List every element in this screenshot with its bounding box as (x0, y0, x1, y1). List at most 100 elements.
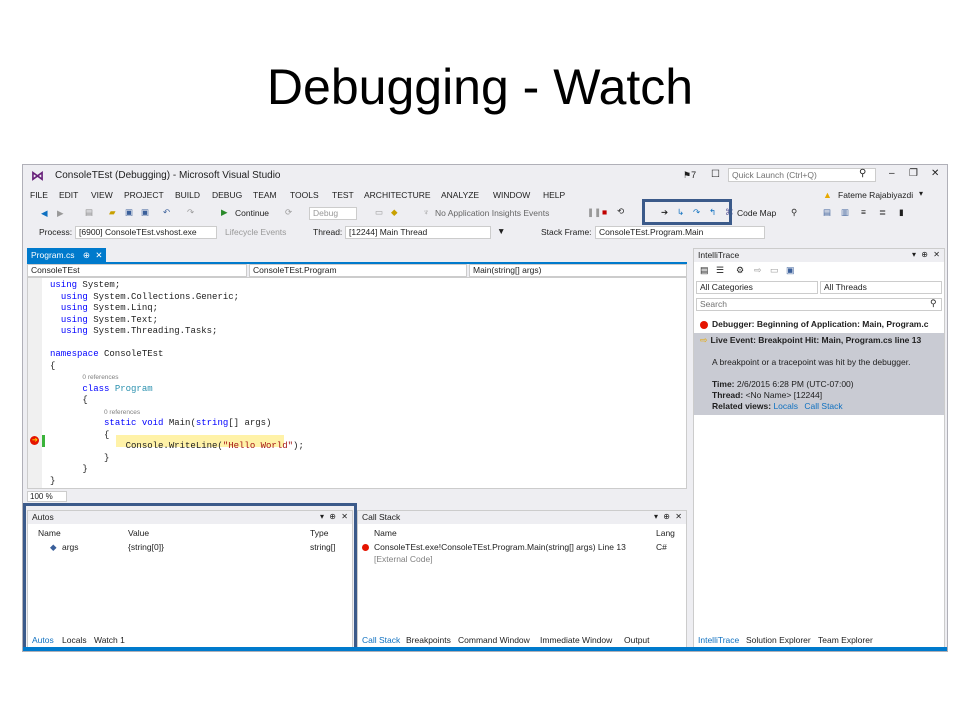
list-item[interactable]: ⇨ Live Event: Breakpoint Hit: Main, Progr… (700, 335, 921, 346)
menu-analyze[interactable]: ANALYZE (441, 190, 479, 200)
open-file-icon[interactable]: ▰ (109, 207, 116, 218)
related-label: Related views: (712, 401, 772, 411)
call-stack-pin-icon[interactable]: ⊕ (663, 512, 670, 521)
menu-view[interactable]: VIEW (91, 190, 113, 200)
intellitrace-search-input[interactable]: Search (696, 298, 942, 311)
intellitrace-pin-icon[interactable]: ⊕ (921, 250, 928, 259)
code-text: using System; using System.Collections.G… (50, 280, 304, 486)
quick-launch-input[interactable]: Quick Launch (Ctrl+Q) (728, 168, 876, 182)
events-view-icon[interactable]: ▤ (700, 265, 709, 276)
notification-flag-icon[interactable]: ⚑7 (683, 170, 696, 181)
comment-icon[interactable]: ≡ (861, 207, 866, 217)
process-dropdown[interactable]: [6900] ConsoleTEst.vshost.exe (75, 226, 217, 239)
menu-help[interactable]: HELP (543, 190, 565, 200)
open-icon[interactable]: ▭ (770, 265, 779, 276)
stack-frame-label: Stack Frame: (541, 227, 592, 237)
pin-icon[interactable]: ⊕ (83, 250, 90, 260)
menu-architecture[interactable]: ARCHITECTURE (364, 190, 431, 200)
save-icon[interactable]: ▣ (125, 207, 133, 218)
forward-icon[interactable]: ▶ (57, 208, 64, 219)
solution-icon[interactable]: ◆ (391, 207, 398, 218)
undo-icon[interactable]: ↶ (163, 207, 170, 218)
save-icon[interactable]: ▣ (786, 265, 795, 276)
tab-solution-explorer[interactable]: Solution Explorer (746, 635, 811, 645)
uncomment-icon[interactable]: ≣ (879, 207, 886, 218)
user-chevron-down-icon[interactable]: ▾ (919, 189, 923, 198)
stack-frame-dropdown[interactable]: ConsoleTEst.Program.Main (595, 226, 765, 239)
thread-dropdown[interactable]: [12244] Main Thread (345, 226, 491, 239)
configuration-dropdown[interactable]: Debug (309, 207, 357, 220)
list-item[interactable]: Debugger: Beginning of Application: Main… (700, 319, 928, 329)
menu-file[interactable]: FILE (30, 190, 48, 200)
menu-build[interactable]: BUILD (175, 190, 200, 200)
code-editor[interactable]: ➔ using System; using System.Collections… (27, 277, 687, 489)
insights-events-dropdown[interactable]: No Application Insights Events (435, 208, 549, 218)
menu-team[interactable]: TEAM (253, 190, 277, 200)
new-project-icon[interactable]: ▤ (85, 207, 93, 218)
forward-icon[interactable]: ⇨ (754, 265, 762, 276)
member-nav-dropdown[interactable]: Main(string[] args) (469, 264, 687, 277)
event-time-row: Time: 2/6/2015 6:28 PM (UTC-07:00) (712, 379, 854, 389)
settings-gear-icon[interactable]: ⚙ (736, 265, 744, 276)
call-stack-col-lang[interactable]: Lang (656, 528, 675, 538)
intellitrace-dropdown-icon[interactable]: ▾ (912, 250, 916, 259)
menu-project[interactable]: PROJECT (124, 190, 164, 200)
project-nav-dropdown[interactable]: ConsoleTEst (27, 264, 247, 277)
redo-icon[interactable]: ↷ (187, 207, 194, 218)
lifecycle-events-dropdown[interactable]: Lifecycle Events (225, 227, 286, 237)
bookmark-icon[interactable]: ▮ (899, 207, 904, 218)
categories-dropdown[interactable]: All Categories (696, 281, 818, 294)
threads-dropdown[interactable]: All Threads (820, 281, 942, 294)
user-name[interactable]: Fateme Rajabiyazdi (838, 190, 913, 200)
feedback-icon[interactable]: ☐ (711, 169, 720, 180)
table-row[interactable]: ConsoleTEst.exe!ConsoleTEst.Program.Main… (358, 541, 686, 553)
zoom-level-dropdown[interactable]: 100 % (27, 491, 67, 502)
close-button[interactable]: ✕ (931, 168, 939, 179)
attach-icon[interactable]: ⟳ (285, 207, 292, 218)
toolbar-icon-a[interactable]: ⚲ (791, 207, 797, 218)
class-nav-dropdown[interactable]: ConsoleTEst.Program (249, 264, 467, 277)
continue-icon[interactable]: ▶ (221, 207, 228, 218)
break-all-icon[interactable]: ❚❚ (587, 207, 601, 218)
restart-icon[interactable]: ⟲ (617, 206, 624, 217)
tab-breakpoints[interactable]: Breakpoints (406, 635, 451, 645)
breakpoint-margin[interactable] (28, 278, 42, 488)
toolbar-icon-b[interactable]: ▤ (823, 207, 831, 218)
insights-icon: ♆ (423, 207, 430, 217)
intellitrace-close-icon[interactable]: ✕ (933, 250, 940, 259)
visual-studio-window: ⋈ ConsoleTEst (Debugging) - Microsoft Vi… (22, 164, 948, 652)
calls-view-icon[interactable]: ☰ (716, 265, 724, 276)
code-map-button[interactable]: Code Map (737, 208, 776, 218)
event-time: 2/6/2015 6:28 PM (UTC-07:00) (736, 379, 854, 389)
continue-button[interactable]: Continue (235, 208, 269, 218)
tab-output[interactable]: Output (624, 635, 650, 645)
stop-debugging-icon[interactable]: ■ (602, 207, 607, 217)
tab-intellitrace[interactable]: IntelliTrace (698, 635, 739, 645)
call-stack-close-icon[interactable]: ✕ (675, 512, 682, 521)
restore-button[interactable]: ❐ (909, 168, 918, 179)
tab-program-cs[interactable]: Program.cs ⊕ ✕ (27, 248, 107, 262)
call-stack-col-name[interactable]: Name (374, 528, 397, 538)
menu-tools[interactable]: TOOLS (290, 190, 319, 200)
filter-icon[interactable]: ▼ (497, 226, 505, 236)
thread-label: Thread: (712, 390, 744, 400)
tab-immediate-window[interactable]: Immediate Window (540, 635, 612, 645)
related-callstack-link[interactable]: Call Stack (804, 401, 842, 411)
tab-call-stack[interactable]: Call Stack (362, 635, 400, 645)
tab-command-window[interactable]: Command Window (458, 635, 530, 645)
call-stack-dropdown-icon[interactable]: ▾ (654, 512, 658, 521)
menu-edit[interactable]: EDIT (59, 190, 78, 200)
back-icon[interactable]: ◀ (41, 208, 48, 219)
tab-close-icon[interactable]: ✕ (95, 250, 102, 260)
menu-window[interactable]: WINDOW (493, 190, 530, 200)
toolbar-icon-c[interactable]: ▥ (841, 207, 849, 218)
menu-debug[interactable]: DEBUG (212, 190, 242, 200)
table-row[interactable]: [External Code] (358, 553, 686, 565)
menu-test[interactable]: TEST (332, 190, 354, 200)
find-icon[interactable]: ▭ (375, 207, 383, 218)
save-all-icon[interactable]: ▣ (141, 207, 149, 218)
related-locals-link[interactable]: Locals (773, 401, 798, 411)
tab-team-explorer[interactable]: Team Explorer (818, 635, 873, 645)
live-event-arrow-icon: ⇨ (700, 335, 708, 345)
minimize-button[interactable]: – (889, 168, 895, 179)
